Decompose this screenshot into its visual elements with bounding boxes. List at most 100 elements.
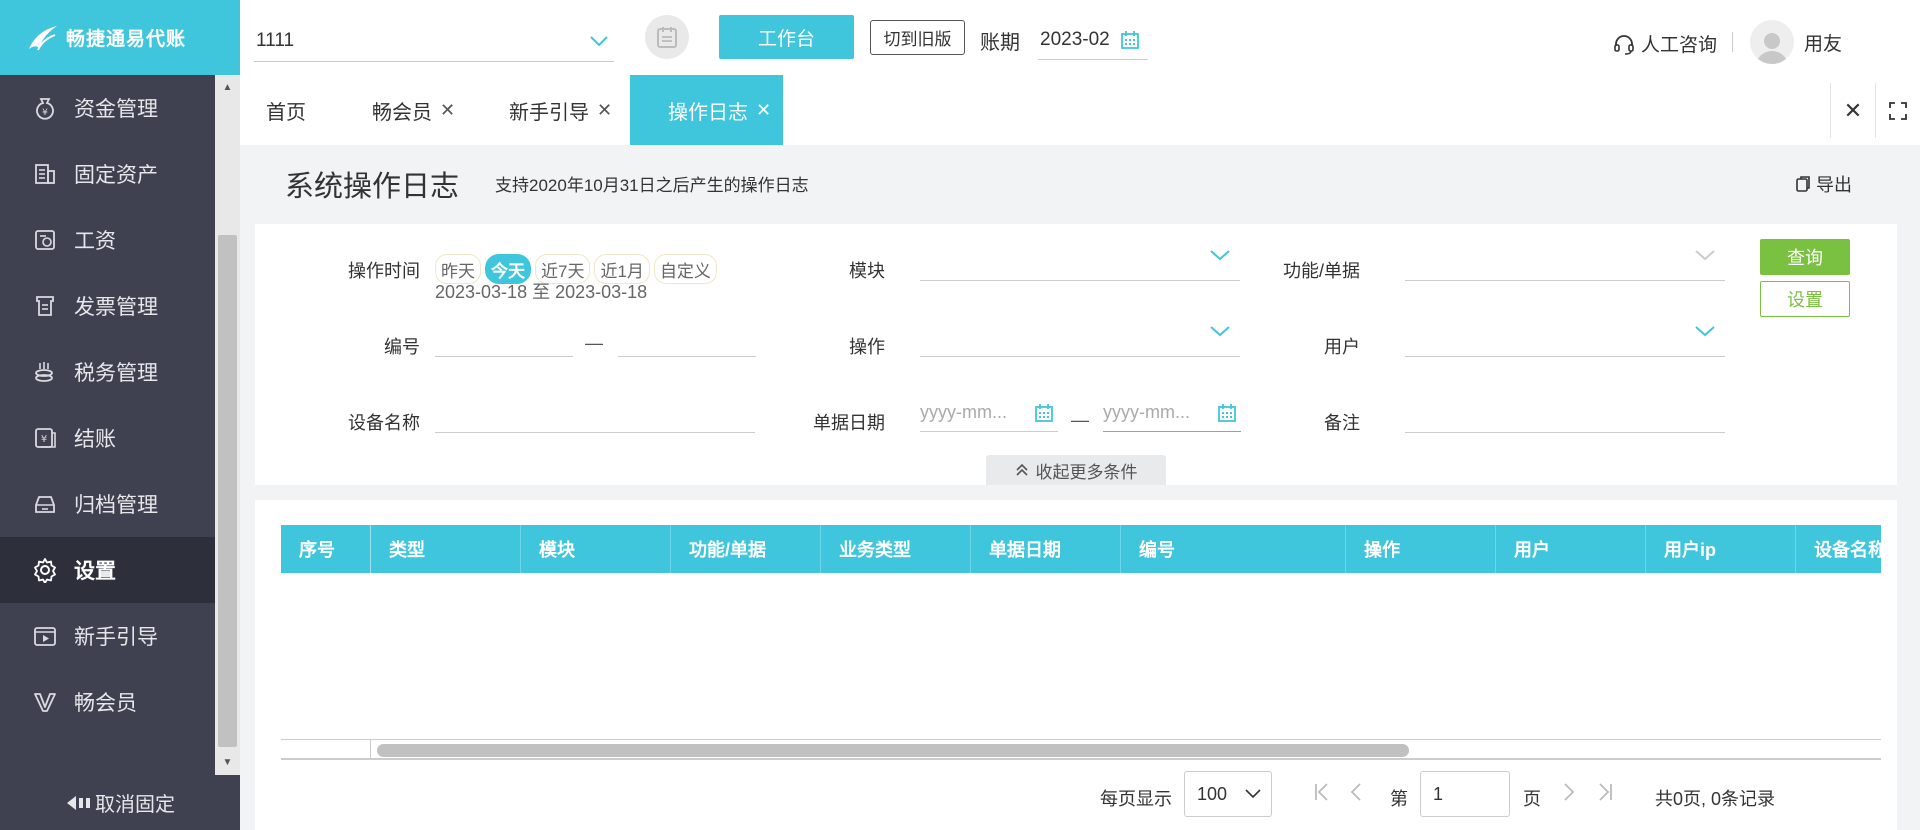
sidebar-item-invoice[interactable]: 发票管理 [0,273,215,339]
page-number-input[interactable]: 1 [1420,771,1510,817]
tax-icon [32,359,58,385]
function-select[interactable] [1405,241,1725,281]
remark-input[interactable] [1405,393,1725,433]
number-from-input[interactable] [435,317,573,357]
column-header[interactable]: 业务类型 [821,525,971,573]
doc-date-from-input[interactable]: yyyy-mm... [920,394,1058,432]
period-value: 2023-02 [1040,28,1110,50]
sidebar-item-fixed-assets[interactable]: 固定资产 [0,141,215,207]
last-page-icon[interactable] [1598,782,1614,808]
user-name: 用友 [1804,33,1843,55]
range-custom-button[interactable]: 自定义 [653,254,717,284]
sidebar-scrollbar[interactable]: ▲ ▼ [215,75,240,775]
page-subtitle: 支持2020年10月31日之后产生的操作日志 [495,176,809,195]
device-input[interactable] [435,393,755,433]
sidebar-item-label: 税务管理 [74,362,158,385]
collapse-conditions-button[interactable]: 收起更多条件 [986,455,1166,485]
sidebar-item-label: 资金管理 [74,98,158,121]
calendar-note-button[interactable] [645,15,689,59]
user-select[interactable] [1405,317,1725,357]
sidebar-item-label: 固定资产 [74,164,158,187]
sidebar-item-label: 发票管理 [74,296,158,319]
invoice-icon [32,293,58,319]
doc-date-to-input[interactable]: yyyy-mm... [1103,394,1241,432]
building-icon [32,161,58,187]
prev-page-icon[interactable] [1350,782,1362,808]
settings-button[interactable]: 设置 [1760,281,1850,317]
frozen-column-cell [281,740,371,758]
tab-operation-log[interactable]: 操作日志 ✕ [630,75,784,145]
module-select[interactable] [920,241,1240,281]
column-header[interactable]: 单据日期 [971,525,1121,573]
column-header[interactable]: 序号 [281,525,371,573]
export-icon [1796,176,1810,192]
range-separator: — [585,333,603,353]
sidebar-item-tax[interactable]: 税务管理 [0,339,215,405]
export-button[interactable]: 导出 [1795,171,1852,197]
first-page-icon[interactable] [1313,782,1329,808]
fullscreen-icon[interactable] [1875,83,1920,138]
column-header[interactable]: 用户ip [1646,525,1796,573]
sidebar-item-label: 归档管理 [74,494,158,517]
next-page-icon[interactable] [1563,782,1575,808]
operation-select[interactable] [920,317,1240,357]
sidebar-menu: ¥ 资金管理 固定资产 工资 发票管理 税务管理 ¥ 结账 归档管理 设置 新手… [0,75,215,735]
user-menu[interactable]: 用友 [1750,20,1842,64]
number-to-input[interactable] [618,317,756,357]
per-page-select[interactable]: 100 [1184,771,1272,817]
column-header[interactable]: 操作 [1346,525,1496,573]
page-suffix: 页 [1523,789,1541,809]
chevron-up-double-icon [1015,463,1028,476]
svg-text:¥: ¥ [42,108,48,118]
tab-label: 首页 [266,101,306,124]
query-button[interactable]: 查询 [1760,239,1850,275]
headset-icon [1614,34,1634,55]
column-header[interactable]: 编号 [1121,525,1346,573]
sidebar: 畅捷通易代账 ¥ 资金管理 固定资产 工资 发票管理 税务管理 ¥ 结账 归档管… [0,0,240,830]
export-label: 导出 [1816,175,1852,195]
op-time-label: 操作时间 [348,261,420,281]
range-separator: — [1071,410,1089,430]
chevron-down-icon [1695,250,1715,261]
scroll-down-arrow-icon[interactable]: ▼ [215,750,240,775]
tab-label: 畅会员 [372,101,432,124]
top-bar: 1111 工作台 切到旧版 账期 2023-02 人工咨询 用友 [240,0,1920,75]
column-header[interactable]: 设备名称 [1796,525,1881,573]
scroll-up-arrow-icon[interactable]: ▲ [215,75,240,100]
table-horizontal-scrollbar[interactable] [281,739,1881,760]
switch-old-version-button[interactable]: 切到旧版 [870,20,965,55]
app-logo[interactable]: 畅捷通易代账 [0,0,240,75]
column-header[interactable]: 功能/单据 [671,525,821,573]
sidebar-item-vip[interactable]: 畅会员 [0,669,215,735]
sidebar-item-archive[interactable]: 归档管理 [0,471,215,537]
sidebar-item-funds[interactable]: ¥ 资金管理 [0,75,215,141]
remark-label: 备注 [1324,413,1360,433]
period-picker[interactable]: 2023-02 [1038,20,1148,60]
close-all-tabs-icon[interactable]: ✕ [1830,83,1875,138]
tab-home[interactable]: 首页 [240,75,332,145]
close-icon[interactable]: ✕ [440,100,455,121]
company-select[interactable]: 1111 [254,20,614,62]
scroll-thumb[interactable] [218,235,237,747]
gear-icon [32,557,58,583]
number-label: 编号 [384,337,420,357]
close-icon[interactable]: ✕ [597,100,612,121]
sidebar-item-guide[interactable]: 新手引导 [0,603,215,669]
per-page-value: 100 [1197,783,1228,804]
logo-bird-icon [29,25,57,50]
consult-link[interactable]: 人工咨询 [1613,30,1717,57]
chevron-down-icon [1695,326,1715,337]
column-header[interactable]: 类型 [371,525,521,573]
workbench-button[interactable]: 工作台 [719,15,854,59]
tab-guide[interactable]: 新手引导 ✕ [483,75,638,145]
close-icon[interactable]: ✕ [756,100,771,121]
unpin-sidebar-button[interactable]: 取消固定 [0,775,240,830]
calendar-icon [1035,403,1053,422]
tab-vip[interactable]: 畅会员 ✕ [346,75,481,145]
column-header[interactable]: 用户 [1496,525,1646,573]
scroll-thumb[interactable] [377,744,1409,757]
sidebar-item-checkout[interactable]: ¥ 结账 [0,405,215,471]
sidebar-item-payroll[interactable]: 工资 [0,207,215,273]
column-header[interactable]: 模块 [521,525,671,573]
sidebar-item-settings[interactable]: 设置 [0,537,215,603]
